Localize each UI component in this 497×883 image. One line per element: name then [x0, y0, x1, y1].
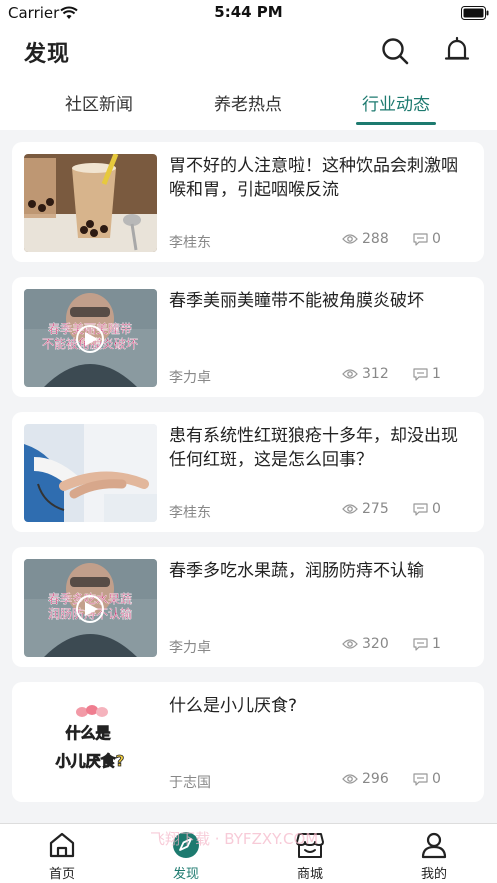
view-count: 296: [342, 771, 389, 787]
view-count: 312: [342, 366, 389, 382]
tab-elderly-hot[interactable]: 养老热点: [183, 90, 313, 115]
thumb-caption: 小儿厌食?: [56, 752, 125, 770]
article-thumbnail: 什么是 小儿厌食?: [24, 694, 157, 792]
eye-icon: [342, 639, 358, 649]
eye-icon: [342, 369, 358, 379]
eye-icon: [342, 504, 358, 514]
home-icon: [22, 830, 102, 860]
tabbar-item-profile[interactable]: 我的: [394, 830, 474, 882]
article-card[interactable]: 春季美丽美瞳带 不能被角膜炎破坏 春季美丽美瞳带不能被角膜炎破坏 李力卓 312…: [12, 277, 484, 397]
article-author: 于志国: [169, 775, 211, 791]
article-author: 李桂东: [169, 505, 211, 521]
view-count: 288: [342, 231, 389, 247]
thumb-caption: 春季美丽美瞳带: [48, 321, 132, 336]
view-count-value: 312: [362, 366, 389, 382]
tab-community-news[interactable]: 社区新闻: [34, 90, 164, 115]
comment-icon: [413, 232, 428, 246]
comment-count: 1: [413, 636, 441, 652]
top-bar: Carrier 5:44 PM 发现 社区新闻 养老热点 行业动态: [0, 0, 497, 130]
comment-count: 0: [413, 771, 441, 787]
comment-icon: [413, 772, 428, 786]
person-icon: [394, 830, 474, 860]
comment-count-value: 0: [432, 231, 441, 247]
article-title: 春季多吃水果蔬，润肠防痔不认输: [169, 561, 424, 581]
comment-count-value: 0: [432, 501, 441, 517]
comment-icon: [413, 637, 428, 651]
battery-icon: [461, 5, 489, 20]
thumb-caption: 什么是: [65, 724, 111, 742]
article-card[interactable]: 患有系统性红斑狼疮十多年，却没出现任何红斑，这是怎么回事？ 李桂东 275 0: [12, 412, 484, 532]
bell-icon[interactable]: [442, 34, 472, 68]
comment-count: 0: [413, 501, 441, 517]
article-thumbnail: 春季美丽美瞳带 不能被角膜炎破坏: [24, 289, 157, 387]
tabbar-label: 我的: [420, 867, 447, 882]
article-card[interactable]: 春季多吃水果蔬 润肠防痔不认输 春季多吃水果蔬，润肠防痔不认输 李力卓 320 …: [12, 547, 484, 667]
tabbar-item-home[interactable]: 首页: [22, 830, 102, 882]
view-count: 320: [342, 636, 389, 652]
article-title: 什么是小儿厌食?: [169, 696, 298, 716]
tabbar-label: 首页: [48, 867, 75, 882]
article-card[interactable]: 胃不好的人注意啦！这种饮品会刺激咽喉和胃，引起咽喉反流 李桂东 288 0: [12, 142, 484, 262]
article-author: 李力卓: [169, 640, 211, 656]
article-author: 李力卓: [169, 370, 211, 386]
article-title: 患有系统性红斑狼疮十多年，却没出现任何红斑，这是怎么回事？: [169, 426, 458, 470]
view-count-value: 320: [362, 636, 389, 652]
view-count-value: 288: [362, 231, 389, 247]
article-title: 春季美丽美瞳带不能被角膜炎破坏: [169, 291, 424, 311]
comment-count-value: 1: [432, 366, 441, 382]
active-tab-indicator: [356, 122, 436, 125]
category-tabs: 社区新闻 养老热点 行业动态: [0, 84, 497, 126]
page-title: 发现: [24, 42, 71, 67]
article-list[interactable]: 胃不好的人注意啦！这种饮品会刺激咽喉和胃，引起咽喉反流 李桂东 288 0 春季…: [0, 130, 497, 823]
status-bar: Carrier 5:44 PM: [0, 0, 497, 26]
comment-count: 1: [413, 366, 441, 382]
comment-count-value: 1: [432, 636, 441, 652]
article-card[interactable]: 什么是 小儿厌食? 什么是小儿厌食? 于志国 296 0: [12, 682, 484, 802]
search-icon[interactable]: [380, 34, 410, 68]
comment-icon: [413, 367, 428, 381]
view-count: 275: [342, 501, 389, 517]
comment-count: 0: [413, 231, 441, 247]
article-author: 李桂东: [169, 235, 211, 251]
article-thumbnail: 春季多吃水果蔬 润肠防痔不认输: [24, 559, 157, 657]
article-thumbnail: [24, 424, 157, 522]
view-count-value: 275: [362, 501, 389, 517]
tabbar-label: 商城: [296, 867, 323, 882]
clock-label: 5:44 PM: [214, 3, 283, 21]
watermark: 飞翔下载 · BYFZXY.COM: [150, 830, 319, 848]
comment-count-value: 0: [432, 771, 441, 787]
article-title: 胃不好的人注意啦！这种饮品会刺激咽喉和胃，引起咽喉反流: [169, 156, 458, 200]
article-thumbnail: [24, 154, 157, 252]
view-count-value: 296: [362, 771, 389, 787]
tab-industry-news[interactable]: 行业动态: [331, 90, 461, 115]
eye-icon: [342, 234, 358, 244]
thumb-caption: 春季多吃水果蔬: [48, 592, 132, 606]
comment-icon: [413, 502, 428, 516]
tabbar-label: 发现: [172, 867, 199, 882]
eye-icon: [342, 774, 358, 784]
